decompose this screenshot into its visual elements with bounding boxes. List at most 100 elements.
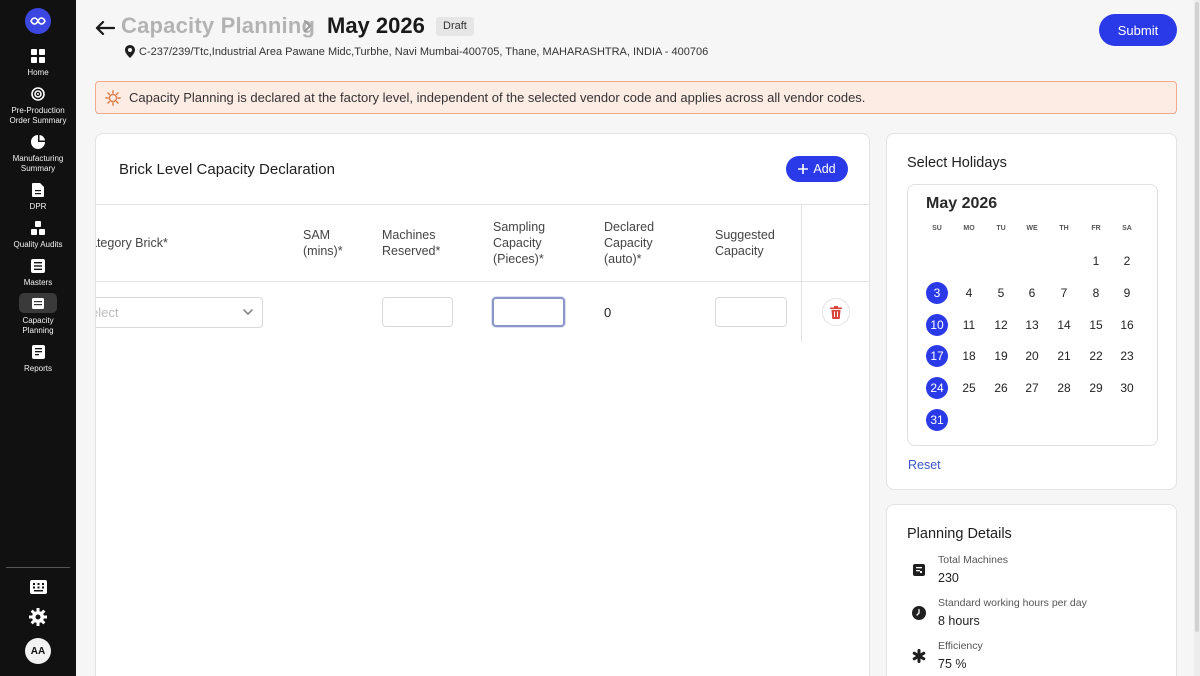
document-icon bbox=[29, 181, 47, 199]
calendar-day[interactable]: 15 bbox=[1085, 314, 1107, 336]
sidebar-item-quality-audits[interactable]: Quality Audits bbox=[0, 219, 76, 250]
calendar-day[interactable]: 28 bbox=[1053, 377, 1075, 399]
list-icon bbox=[29, 257, 47, 275]
sidebar-divider bbox=[6, 567, 70, 568]
app-logo[interactable] bbox=[25, 8, 51, 34]
sidebar-item-manufacturing[interactable]: Manufacturing Summary bbox=[0, 133, 76, 173]
calendar-day[interactable]: 26 bbox=[990, 377, 1012, 399]
sidebar-item-home[interactable]: Home bbox=[0, 47, 76, 78]
calendar-day[interactable]: 20 bbox=[1021, 345, 1043, 367]
calendar-day[interactable]: 21 bbox=[1053, 345, 1075, 367]
sidebar-item-label: Home bbox=[27, 68, 49, 77]
sidebar-item-label: Reports bbox=[23, 364, 52, 373]
sidebar-item-pre-production[interactable]: Pre-Production Order Summary bbox=[0, 85, 76, 125]
calendar-weekday: TU bbox=[996, 225, 1006, 232]
calendar-day[interactable]: 4 bbox=[958, 282, 980, 304]
delete-row-button[interactable] bbox=[822, 298, 850, 326]
sidebar: Home Pre-Production Order Summary Manufa… bbox=[0, 0, 76, 676]
squares-icon bbox=[29, 219, 47, 237]
calendar-icon bbox=[19, 293, 57, 313]
declared-capacity-value: 0 bbox=[604, 305, 612, 320]
sun-icon bbox=[105, 89, 121, 106]
sidebar-item-capacity-planning[interactable]: Capacity Planning bbox=[0, 293, 76, 335]
calendar-day[interactable]: 13 bbox=[1021, 314, 1043, 336]
category-brick-select[interactable]: elect bbox=[96, 297, 263, 328]
calendar-day[interactable]: 17 bbox=[926, 345, 948, 368]
machine-icon bbox=[911, 562, 927, 578]
logo-icon bbox=[30, 17, 46, 25]
calendar-day[interactable]: 23 bbox=[1116, 345, 1138, 367]
calendar-day[interactable]: 22 bbox=[1085, 345, 1107, 367]
add-button[interactable]: Add bbox=[786, 156, 848, 182]
calendar-day[interactable]: 14 bbox=[1053, 314, 1075, 336]
planning-title: Planning Details bbox=[907, 526, 1012, 542]
detail-value: 8 hours bbox=[938, 614, 980, 628]
trash-icon bbox=[830, 305, 842, 319]
report-icon bbox=[29, 343, 47, 361]
efficiency-icon bbox=[911, 648, 927, 664]
machines-reserved-input[interactable] bbox=[382, 297, 453, 327]
keyboard-icon[interactable] bbox=[28, 577, 48, 597]
table-header: ategory Brick* SAM (mins)* Machines Rese… bbox=[96, 204, 869, 282]
calendar-day[interactable]: 11 bbox=[958, 314, 980, 336]
calendar-day[interactable]: 8 bbox=[1085, 282, 1107, 304]
calendar-day[interactable]: 5 bbox=[990, 282, 1012, 304]
sidebar-item-dpr[interactable]: DPR bbox=[0, 181, 76, 212]
chevron-down-icon bbox=[243, 309, 253, 315]
column-header-declared-capacity: Declared Capacity (auto)* bbox=[604, 220, 655, 266]
reset-button[interactable]: Reset bbox=[908, 458, 941, 472]
calendar-day[interactable]: 31 bbox=[926, 409, 948, 431]
sidebar-item-label: Quality Audits bbox=[13, 240, 63, 249]
column-header-suggested-capacity: Suggested Capacity bbox=[715, 228, 775, 258]
gear-icon[interactable] bbox=[28, 607, 48, 627]
column-header-sam: SAM (mins)* bbox=[303, 228, 343, 258]
avatar[interactable]: AA bbox=[25, 638, 51, 664]
factory-address: C-237/239/Ttc,Industrial Area Pawane Mid… bbox=[125, 45, 708, 58]
breadcrumb-parent[interactable]: Capacity Planning bbox=[121, 13, 315, 39]
holiday-calendar: May 2026 SU MO TU WE TH FR SA 1 2 3 4 5 6 7 8 9 10 11 12 13… bbox=[907, 184, 1158, 446]
calendar-weekday: FR bbox=[1091, 225, 1101, 232]
calendar-day[interactable]: 27 bbox=[1021, 377, 1043, 399]
declaration-title: Brick Level Capacity Declaration bbox=[119, 161, 335, 178]
submit-button[interactable]: Submit bbox=[1099, 14, 1177, 46]
calendar-day[interactable]: 18 bbox=[958, 345, 980, 367]
detail-value: 75 % bbox=[938, 657, 967, 671]
calendar-day[interactable]: 10 bbox=[926, 313, 948, 336]
calendar-day[interactable]: 16 bbox=[1116, 314, 1138, 336]
sampling-capacity-input[interactable] bbox=[492, 297, 565, 327]
sidebar-item-masters[interactable]: Masters bbox=[0, 257, 76, 288]
add-button-label: Add bbox=[813, 162, 836, 176]
info-banner: Capacity Planning is declared at the fac… bbox=[95, 81, 1177, 114]
app-root: Home Pre-Production Order Summary Manufa… bbox=[0, 0, 1200, 676]
calendar-month: May 2026 bbox=[926, 195, 998, 212]
detail-label: Efficiency bbox=[938, 640, 983, 652]
column-header-sampling-capacity: Sampling Capacity (Pieces)* bbox=[493, 220, 546, 266]
detail-value: 230 bbox=[938, 571, 959, 585]
suggested-capacity-input[interactable] bbox=[715, 297, 787, 327]
calendar-day[interactable]: 6 bbox=[1021, 282, 1043, 304]
sidebar-item-reports[interactable]: Reports bbox=[0, 343, 76, 374]
calendar-day[interactable]: 3 bbox=[926, 281, 948, 304]
calendar-day[interactable]: 25 bbox=[958, 377, 980, 399]
calendar-day[interactable]: 29 bbox=[1085, 377, 1107, 399]
pie-icon bbox=[29, 133, 47, 151]
planning-details-card: Planning Details Total Machines 230 Stan… bbox=[886, 504, 1177, 676]
page-scrollbar-thumb[interactable] bbox=[1195, 2, 1199, 632]
sidebar-item-label: Capacity Planning bbox=[22, 316, 54, 335]
calendar-day[interactable]: 2 bbox=[1116, 250, 1138, 272]
back-button[interactable] bbox=[94, 17, 116, 39]
calendar-day[interactable]: 30 bbox=[1116, 377, 1138, 399]
calendar-day[interactable]: 7 bbox=[1053, 282, 1075, 304]
calendar-day[interactable]: 24 bbox=[926, 377, 948, 400]
column-divider bbox=[801, 204, 802, 342]
detail-label: Standard working hours per day bbox=[938, 597, 1087, 609]
select-placeholder: elect bbox=[96, 305, 119, 320]
page-title: May 2026 bbox=[327, 13, 425, 38]
holidays-title: Select Holidays bbox=[907, 155, 1007, 171]
calendar-day[interactable]: 9 bbox=[1116, 282, 1138, 304]
calendar-day[interactable]: 1 bbox=[1085, 250, 1107, 272]
clock-icon bbox=[911, 605, 927, 621]
calendar-day[interactable]: 12 bbox=[990, 314, 1012, 336]
address-text: C-237/239/Ttc,Industrial Area Pawane Mid… bbox=[139, 45, 709, 58]
calendar-day[interactable]: 19 bbox=[990, 345, 1012, 367]
